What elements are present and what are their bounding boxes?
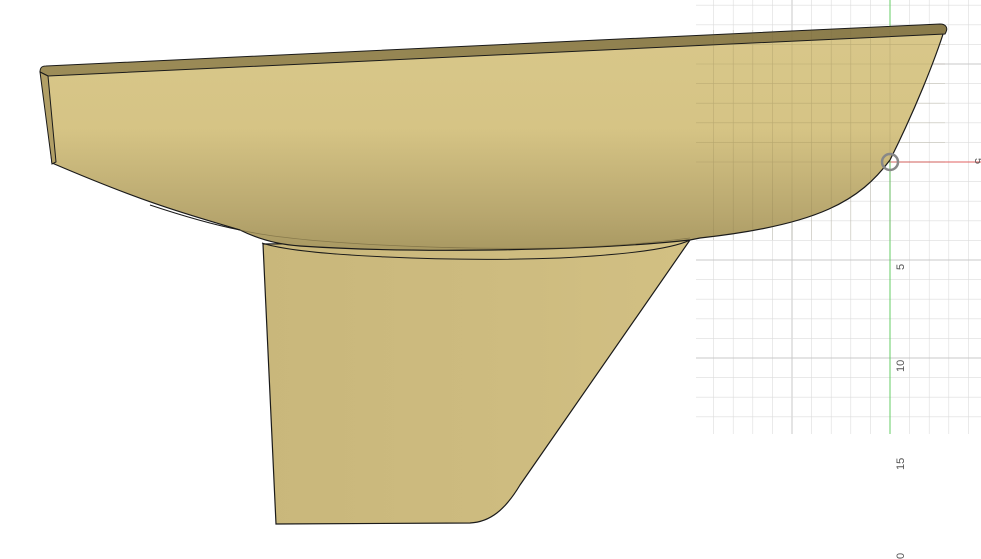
y-axis-label-5: 5 [895,264,907,270]
keel[interactable] [262,239,692,525]
3d-viewport[interactable]: 5 5 10 15 0 [0,0,981,559]
x-axis-label-5: 5 [972,158,981,164]
y-axis-label-20: 0 [895,553,907,559]
y-axis-label-15: 15 [895,458,907,470]
y-axis-label-10: 10 [895,360,907,372]
